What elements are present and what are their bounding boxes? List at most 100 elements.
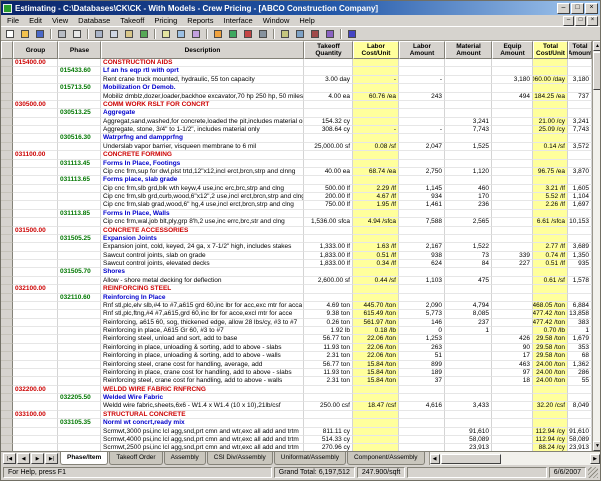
row-selector[interactable] <box>1 109 13 118</box>
cell-group[interactable] <box>13 218 58 227</box>
cell-tcu[interactable] <box>533 293 568 302</box>
vertical-scrollbar[interactable]: ▲ ▼ <box>592 41 600 451</box>
cell-desc[interactable]: Norml wt concrt,ready mix <box>101 419 304 428</box>
row-selector[interactable] <box>1 310 13 319</box>
cell-group[interactable] <box>13 134 58 143</box>
cell-desc[interactable]: Sawcut control joints, slab on grade <box>101 251 304 260</box>
cell-qty[interactable]: 2.31 ton <box>304 352 353 361</box>
cell-qty[interactable]: 811.11 cy <box>304 427 353 436</box>
cell-tcu[interactable]: 0.74 /lf <box>533 251 568 260</box>
cell-desc[interactable]: Aggregate <box>101 109 304 118</box>
cell-desc[interactable]: Rnf stl,plc,ftng,#4 #7,a615,grd 60,inc l… <box>101 310 304 319</box>
cell-lcu[interactable] <box>353 176 399 185</box>
cell-mamt[interactable] <box>445 234 492 244</box>
cell-lamt[interactable] <box>399 67 445 76</box>
cell-mamt[interactable] <box>445 92 492 101</box>
cell-lamt[interactable] <box>399 427 445 436</box>
cell-tcu[interactable]: 96.75 /ea <box>533 167 568 177</box>
cell-qty[interactable] <box>304 419 353 428</box>
cell-qty[interactable] <box>304 385 353 394</box>
scroll-left-icon[interactable]: ◀ <box>429 453 440 464</box>
cell-tamt[interactable] <box>568 109 592 118</box>
cell-lcu[interactable] <box>353 117 399 126</box>
cell-lcu[interactable]: 15.84 /ton <box>353 368 399 378</box>
cell-desc[interactable]: Mobilization Or Demob. <box>101 84 304 93</box>
cell-tamt[interactable]: 1,104 <box>568 193 592 202</box>
cell-mamt[interactable]: 1,525 <box>445 142 492 152</box>
cell-lamt[interactable]: 263 <box>399 343 445 353</box>
cell-mamt[interactable]: 475 <box>445 276 492 286</box>
cell-lcu[interactable] <box>353 435 399 445</box>
cell-tcu[interactable] <box>533 67 568 76</box>
row-selector[interactable] <box>1 268 13 277</box>
cell-lcu[interactable] <box>353 226 399 235</box>
cell-lcu[interactable]: 615.49 /ton <box>353 310 399 319</box>
row-selector[interactable] <box>1 134 13 143</box>
row-selector[interactable] <box>1 234 13 244</box>
cell-tamt[interactable] <box>568 268 592 277</box>
takeoff-button[interactable] <box>211 27 225 40</box>
scroll-down-icon[interactable]: ▼ <box>593 441 600 451</box>
cell-mamt[interactable] <box>445 410 492 420</box>
cell-tamt[interactable]: 91,610 <box>568 427 592 436</box>
cell-mamt[interactable]: 1,120 <box>445 167 492 177</box>
row-selector[interactable] <box>1 59 13 68</box>
cell-tcu[interactable] <box>533 385 568 394</box>
cell-phase[interactable] <box>58 92 101 101</box>
vertical-scroll-thumb[interactable] <box>593 52 600 90</box>
cell-mamt[interactable] <box>445 293 492 302</box>
menu-help[interactable]: Help <box>294 15 319 26</box>
cell-tamt[interactable]: 1,605 <box>568 184 592 193</box>
cell-phase[interactable] <box>58 402 101 411</box>
cell-lamt[interactable]: 146 <box>399 318 445 327</box>
cell-tamt[interactable] <box>568 100 592 110</box>
cell-phase[interactable] <box>58 427 101 436</box>
cell-tamt[interactable] <box>568 209 592 219</box>
cell-lamt[interactable]: 189 <box>399 368 445 378</box>
cell-phase[interactable]: 015713.50 <box>58 84 101 93</box>
close-button[interactable]: × <box>585 2 598 14</box>
cell-phase[interactable] <box>58 301 101 311</box>
cell-eamt[interactable] <box>492 159 533 168</box>
cell-phase[interactable]: 031505.70 <box>58 268 101 277</box>
cell-desc[interactable]: Reinforcing in place, unloading & sortin… <box>101 343 304 353</box>
cell-group[interactable] <box>13 427 58 436</box>
menu-view[interactable]: View <box>47 15 73 26</box>
cell-lamt[interactable] <box>399 117 445 126</box>
cell-lamt[interactable] <box>399 159 445 168</box>
first-tab-button[interactable]: |◀ <box>3 453 16 464</box>
cell-tamt[interactable]: 3,180 <box>568 75 592 85</box>
cell-eamt[interactable] <box>492 193 533 202</box>
cell-lcu[interactable]: 2.29 /lf <box>353 184 399 193</box>
cell-phase[interactable]: 032110.60 <box>58 293 101 302</box>
cell-tamt[interactable] <box>568 176 592 185</box>
cell-group[interactable] <box>13 360 58 369</box>
new-document-button[interactable] <box>3 27 17 40</box>
cell-lamt[interactable]: 899 <box>399 360 445 369</box>
cell-eamt[interactable] <box>492 218 533 227</box>
cell-tamt[interactable]: 7,743 <box>568 126 592 135</box>
cell-tamt[interactable] <box>568 84 592 93</box>
cell-eamt[interactable] <box>492 201 533 210</box>
row-selector[interactable] <box>1 402 13 411</box>
cell-desc[interactable]: CONSTRUCTION AIDS <box>101 59 304 68</box>
cell-tamt[interactable] <box>568 385 592 394</box>
cell-group[interactable] <box>13 327 58 336</box>
cell-eamt[interactable] <box>492 226 533 235</box>
cell-phase[interactable] <box>58 444 101 451</box>
row-selector[interactable] <box>1 100 13 110</box>
cell-tamt[interactable]: 13,858 <box>568 310 592 319</box>
column-header-group[interactable]: Group <box>13 41 58 59</box>
cell-lcu[interactable] <box>353 84 399 93</box>
cell-phase[interactable] <box>58 75 101 85</box>
cell-eamt[interactable] <box>492 84 533 93</box>
cell-qty[interactable] <box>304 293 353 302</box>
cell-group[interactable] <box>13 167 58 177</box>
cell-group[interactable] <box>13 394 58 403</box>
cell-lcu[interactable] <box>353 293 399 302</box>
cell-tcu[interactable]: 32.20 /csf <box>533 402 568 411</box>
cell-lcu[interactable]: 18.47 /csf <box>353 402 399 411</box>
cell-mamt[interactable]: 1,522 <box>445 243 492 252</box>
cell-qty[interactable] <box>304 394 353 403</box>
cell-tamt[interactable]: 383 <box>568 318 592 327</box>
